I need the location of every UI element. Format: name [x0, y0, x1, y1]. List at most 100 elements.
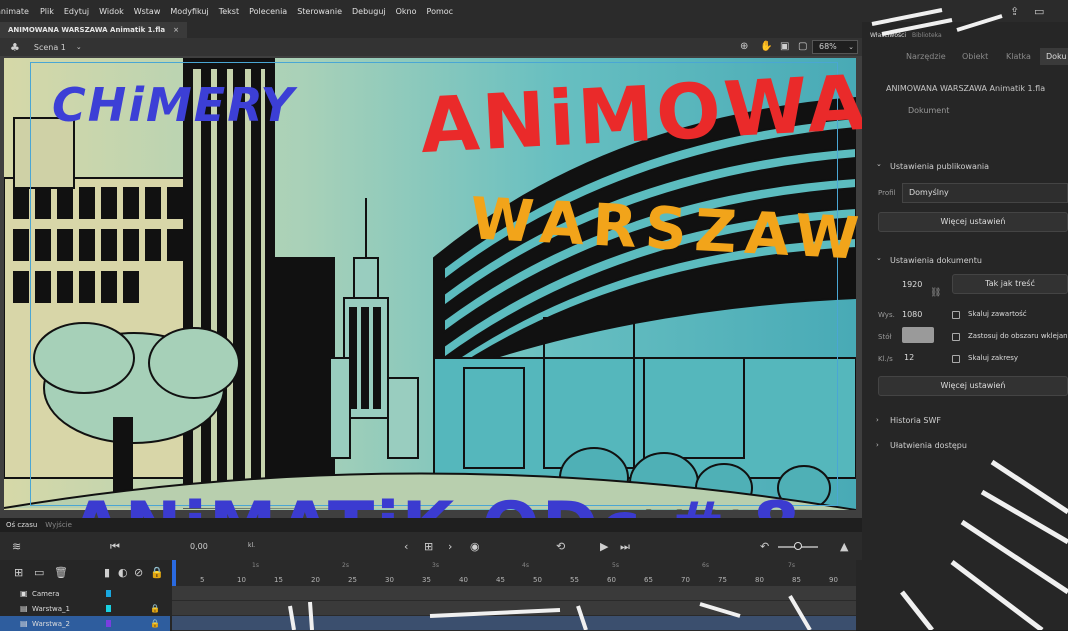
stage-label: Stół — [878, 333, 892, 341]
chevron-down-icon[interactable]: ⌄ — [76, 43, 82, 51]
folder-icon[interactable]: ▭ — [34, 566, 44, 579]
timeline-controls: ≋ ⏮ 0,00 kl. ‹ ⊞ › ◉ ⟲ ▶ ⏭ ↶ ▲ — [0, 532, 862, 560]
ruler-second: 1s — [252, 562, 259, 569]
menu-modify[interactable]: Modyfikuj — [165, 7, 213, 16]
ruler-tick: 50 — [533, 576, 542, 584]
ruler-tick: 30 — [385, 576, 394, 584]
fps-value[interactable]: 12 — [904, 353, 914, 362]
publish-settings-section[interactable]: Ustawienia publikowania — [890, 162, 989, 171]
hand-icon[interactable]: ✋ — [760, 41, 772, 52]
menu-window[interactable]: Okno — [391, 7, 422, 16]
document-title: ANIMOWANA WARSZAWA Animatik 1.fla — [886, 84, 1046, 93]
highlight-icon[interactable]: ▮ — [104, 566, 110, 579]
scale-content-label: Skaluj zawartość — [968, 310, 1027, 318]
tab-document[interactable]: Doku — [1040, 48, 1068, 65]
menu-edit[interactable]: Edytuj — [59, 7, 94, 16]
apply-paste-checkbox[interactable] — [952, 333, 960, 341]
menu-file[interactable]: Plik — [35, 7, 59, 16]
chevron-down-icon: ⌄ — [848, 43, 854, 51]
ruler-second: 3s — [432, 562, 439, 569]
white-scribble-top — [871, 8, 1003, 36]
chevron-right-icon[interactable]: › — [448, 540, 452, 553]
swf-history-section[interactable]: Historia SWF — [890, 416, 941, 425]
link-icon[interactable]: ⛓ — [930, 288, 941, 298]
time-display[interactable]: 0,00 — [190, 542, 208, 551]
document-settings-section[interactable]: Ustawienia dokumentu — [890, 256, 982, 265]
ruler-second: 7s — [788, 562, 795, 569]
center-stage-icon[interactable]: ⊕ — [740, 41, 748, 52]
slider-thumb[interactable] — [794, 542, 802, 550]
ruler-tick: 85 — [792, 576, 801, 584]
fit-icon[interactable]: ▢ — [798, 41, 807, 52]
trash-icon[interactable]: 🗑 — [54, 566, 68, 579]
bottom-scribbles — [288, 594, 812, 630]
menu-control[interactable]: Sterowanie — [292, 7, 347, 16]
chevron-right-icon[interactable]: › — [876, 416, 879, 424]
outline-icon[interactable]: ◐ — [118, 566, 128, 579]
step-back-icon[interactable]: ⏮ — [110, 540, 120, 554]
menu-text[interactable]: Tekst — [214, 7, 244, 16]
ruler-tick: 25 — [348, 576, 357, 584]
ruler-tick: 45 — [496, 576, 505, 584]
width-value[interactable]: 1920 — [902, 280, 922, 289]
insert-keyframe-icon[interactable]: ⊞ — [424, 540, 433, 553]
chevron-down-icon[interactable]: ⌄ — [876, 254, 882, 262]
tab-object[interactable]: Obiekt — [962, 52, 988, 61]
scale-ranges-checkbox[interactable] — [952, 355, 960, 363]
scene-label[interactable]: Scena 1 — [34, 43, 66, 52]
profile-select[interactable]: Domyślny — [902, 183, 1068, 203]
white-scribble-decoration — [900, 459, 1068, 630]
ruler-tick: 55 — [570, 576, 579, 584]
scene-icon[interactable]: ♣ — [10, 41, 20, 54]
mountain-icon[interactable]: ▲ — [840, 540, 848, 553]
height-value[interactable]: 1080 — [902, 310, 922, 319]
ruler-second: 6s — [702, 562, 709, 569]
ruler-tick: 65 — [644, 576, 653, 584]
tab-timeline[interactable]: Oś czasu — [6, 521, 37, 529]
stage-canvas[interactable] — [4, 58, 856, 510]
document-tab[interactable]: ANIMOWANA WARSZAWA Animatik 1.fla × — [0, 22, 188, 38]
more-settings-button-2[interactable]: Więcej ustawień — [878, 376, 1068, 396]
stage-bounds — [30, 62, 838, 506]
close-icon[interactable]: × — [173, 26, 179, 34]
menu-help[interactable]: Pomoc — [422, 7, 459, 16]
eye-icon[interactable]: ⊘ — [134, 566, 143, 579]
menu-insert[interactable]: Wstaw — [129, 7, 166, 16]
loop-icon[interactable]: ⟲ — [556, 540, 565, 553]
ruler-second: 4s — [522, 562, 529, 569]
lock-icon[interactable]: 🔒 — [150, 566, 164, 579]
menu-commands[interactable]: Polecenia — [244, 7, 292, 16]
layer-toolbar: ⊞ ▭ 🗑 ▮ ◐ ⊘ 🔒 — [0, 560, 170, 586]
clip-icon[interactable]: ▣ — [780, 41, 789, 52]
stage-color-swatch[interactable] — [902, 327, 934, 343]
chevron-left-icon[interactable]: ‹ — [404, 540, 408, 553]
same-as-content-button[interactable]: Tak jak treść — [952, 274, 1068, 294]
profile-label: Profil — [878, 189, 896, 197]
ruler-tick: 40 — [459, 576, 468, 584]
ruler-tick: 80 — [755, 576, 764, 584]
chevron-down-icon[interactable]: ⌄ — [876, 160, 882, 168]
step-forward-icon[interactable]: ⏭ — [620, 540, 630, 554]
zoom-select[interactable]: 68% ⌄ — [812, 40, 858, 54]
menu-debug[interactable]: Debuguj — [347, 7, 391, 16]
scale-content-checkbox[interactable] — [952, 311, 960, 319]
menu-view[interactable]: Widok — [94, 7, 129, 16]
ruler-tick: 5 — [200, 576, 205, 584]
ruler-tick: 20 — [311, 576, 320, 584]
tab-tool[interactable]: Narzędzie — [906, 52, 946, 61]
tab-output[interactable]: Wyjście — [45, 521, 72, 529]
onion-skin-icon[interactable]: ◉ — [470, 540, 480, 553]
scale-ranges-label: Skaluj zakresy — [968, 354, 1019, 362]
zoom-value: 68% — [819, 42, 837, 51]
ruler-tick: 15 — [274, 576, 283, 584]
undo-icon[interactable]: ↶ — [760, 540, 769, 553]
height-label: Wys. — [878, 311, 895, 319]
tab-frame[interactable]: Klatka — [1006, 52, 1031, 61]
layers-icon[interactable]: ≋ — [12, 540, 21, 553]
properties-panel: Właściwości Biblioteka ⇪ ▭ Narzędzie Obi… — [862, 5, 1068, 630]
play-icon[interactable]: ▶ — [600, 540, 608, 553]
new-layer-icon[interactable]: ⊞ — [14, 566, 23, 579]
ruler-tick: 90 — [829, 576, 838, 584]
ruler-second: 5s — [612, 562, 619, 569]
more-settings-button[interactable]: Więcej ustawień — [878, 212, 1068, 232]
